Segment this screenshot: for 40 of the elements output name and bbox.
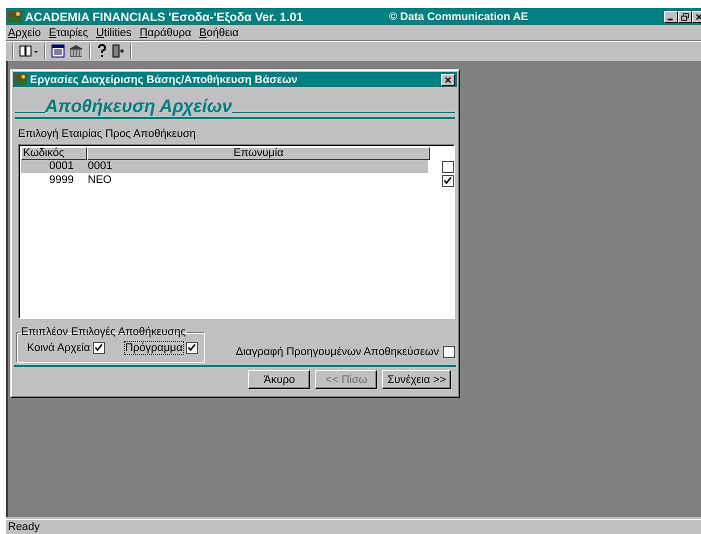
row-checkbox[interactable] bbox=[442, 160, 454, 172]
list-label: Επιλογή Εταιρίας Προς Αποθήκευση bbox=[18, 128, 197, 140]
window-title: ACADEMIA FINANCIALS 'Εσοδα-'Εξοδα Ver. 1.01 bbox=[25, 10, 304, 24]
section-heading: Αποθήκευση Αρχείων bbox=[45, 95, 232, 117]
name-cell: 0001 bbox=[86, 160, 428, 173]
form-icon[interactable] bbox=[51, 44, 65, 58]
option-checkbox[interactable] bbox=[186, 342, 198, 354]
building-icon[interactable] bbox=[68, 44, 84, 58]
row-checkbox[interactable] bbox=[442, 174, 454, 186]
company-label: © Data Communication AE bbox=[389, 10, 528, 22]
restore-icon[interactable] bbox=[678, 10, 692, 22]
menu-item[interactable]: Εταιρίες bbox=[48, 26, 88, 38]
table-row[interactable]: 9999 NEO bbox=[21, 174, 454, 188]
help-icon[interactable] bbox=[96, 44, 108, 58]
name-cell-text: NEO bbox=[86, 174, 113, 187]
menu-item[interactable]: Utilities bbox=[96, 26, 132, 38]
exit-door-icon[interactable] bbox=[111, 44, 125, 58]
menu-item[interactable]: Παράθυρα bbox=[140, 26, 192, 38]
dialog-button[interactable]: Συνέχεια >> bbox=[382, 370, 451, 389]
delete-previous-label[interactable]: Διαγραφή Προηγουμένων Αποθηκεύσεων bbox=[236, 346, 439, 358]
menu-item[interactable]: Αρχείο bbox=[8, 26, 41, 38]
column-header[interactable]: Επωνυμία bbox=[87, 147, 430, 160]
group-title: Επιπλέον Επιλογές Αποθήκευσης bbox=[20, 326, 187, 338]
delete-previous-checkbox[interactable] bbox=[443, 346, 455, 358]
app-icon bbox=[8, 10, 22, 22]
option-label[interactable]: Πρόγραμμα bbox=[125, 342, 183, 354]
column-header[interactable]: Κωδικός bbox=[21, 147, 87, 160]
layout-dropdown-icon[interactable] bbox=[19, 44, 39, 58]
code-cell-text: 9999 bbox=[48, 174, 75, 187]
close-icon[interactable] bbox=[441, 74, 455, 86]
app-icon bbox=[14, 74, 27, 85]
dialog-title: Εργασίες Διαχείρισης Βάσης/Αποθήκευση Βάσεων bbox=[30, 74, 298, 86]
table-row[interactable]: 0001 0001 bbox=[21, 160, 454, 174]
code-cell: 0001 bbox=[21, 160, 87, 173]
status-bar: Ready bbox=[6, 519, 701, 534]
option-label[interactable]: Κοινά Αρχεία bbox=[27, 342, 90, 354]
dialog-button[interactable]: Άκυρο bbox=[248, 370, 310, 389]
option-checkbox[interactable] bbox=[93, 342, 106, 354]
menu-item[interactable]: Βοήθεια bbox=[199, 26, 239, 38]
minimize-icon[interactable] bbox=[664, 10, 678, 22]
